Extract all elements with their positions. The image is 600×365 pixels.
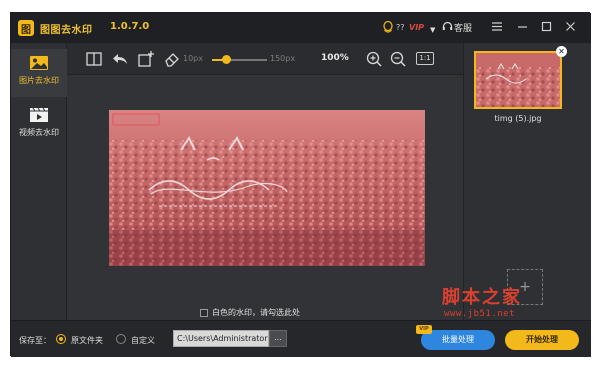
user-status-text[interactable]: ??	[396, 21, 405, 35]
vip-tag: VIP	[416, 325, 432, 334]
radio-custom-label[interactable]: 自定义	[131, 335, 155, 346]
compare-icon[interactable]	[85, 50, 103, 68]
file-list-panel: ✕ timg (5).jpg +	[463, 43, 591, 320]
eraser-icon[interactable]	[163, 50, 181, 68]
maximize-icon[interactable]	[541, 21, 552, 36]
file-thumbnail[interactable]	[474, 51, 562, 109]
image-icon	[30, 56, 48, 70]
radio-original-label[interactable]: 原文件夹	[71, 335, 103, 346]
app-version: 1.0.7.0	[110, 21, 150, 32]
zoom-level: 100%	[321, 53, 349, 63]
undo-icon[interactable]	[111, 50, 129, 68]
site-watermark-name: 脚本之家	[442, 287, 522, 308]
radio-original-folder[interactable]	[56, 334, 66, 344]
video-icon	[30, 107, 48, 122]
nav-label: 图片去水印	[19, 76, 59, 85]
zoom-in-icon[interactable]	[365, 50, 383, 68]
select-rectangle-icon[interactable]	[137, 50, 155, 68]
chevron-down-icon[interactable]: ▼	[430, 23, 435, 37]
slider-thumb[interactable]	[221, 55, 231, 64]
brush-size-max: 150px	[270, 54, 296, 63]
site-watermark: 脚本之家 www.jb51.net	[442, 283, 562, 333]
save-to-label: 保存至：	[19, 336, 51, 345]
sidebar: 图片去水印 视频去水印	[11, 43, 67, 320]
toolbar: 10px 150px 100% 1:1	[67, 43, 463, 75]
radio-custom-folder[interactable]	[116, 334, 126, 344]
close-icon[interactable]	[565, 21, 576, 36]
thumbnail-image	[476, 53, 560, 107]
qq-icon[interactable]	[383, 20, 393, 38]
batch-process-button[interactable]: 批量处理	[421, 330, 495, 350]
minimize-icon[interactable]	[517, 21, 528, 36]
headset-icon[interactable]	[442, 21, 453, 36]
site-watermark-url: www.jb51.net	[444, 309, 516, 319]
app-title: 图图去水印	[40, 25, 93, 36]
menu-icon[interactable]	[491, 21, 503, 36]
white-watermark-label: 白色的水印，请勾选此处	[212, 308, 300, 317]
title-bar: 图 图图去水印 1.0.7.0 ?? VIP ▼ 客服	[11, 13, 591, 43]
nav-image-watermark[interactable]: 图片去水印	[11, 49, 67, 97]
customer-service-link[interactable]: 客服	[454, 22, 472, 36]
flower-field-photo	[109, 110, 425, 266]
actual-size-button[interactable]: 1:1	[416, 52, 434, 65]
remove-file-button[interactable]: ✕	[556, 46, 567, 57]
output-path-field[interactable]: C:\Users\Administrator	[173, 330, 269, 347]
zoom-out-icon[interactable]	[389, 50, 407, 68]
vip-badge[interactable]: VIP	[409, 21, 424, 35]
editor-canvas: 白色的水印，请勾选此处	[67, 75, 463, 320]
browse-button[interactable]: ...	[269, 330, 287, 347]
white-watermark-option[interactable]: 白色的水印，请勾选此处	[200, 307, 300, 318]
file-name: timg (5).jpg	[494, 114, 542, 123]
start-process-button[interactable]: 开始处理	[505, 330, 579, 350]
nav-video-watermark[interactable]: 视频去水印	[11, 101, 67, 149]
brush-size-min: 10px	[183, 54, 203, 63]
image-preview[interactable]	[109, 110, 425, 266]
brush-size-slider[interactable]	[212, 55, 267, 64]
nav-label: 视频去水印	[19, 128, 59, 137]
white-watermark-checkbox[interactable]	[200, 308, 208, 317]
app-logo-icon: 图	[18, 20, 34, 36]
